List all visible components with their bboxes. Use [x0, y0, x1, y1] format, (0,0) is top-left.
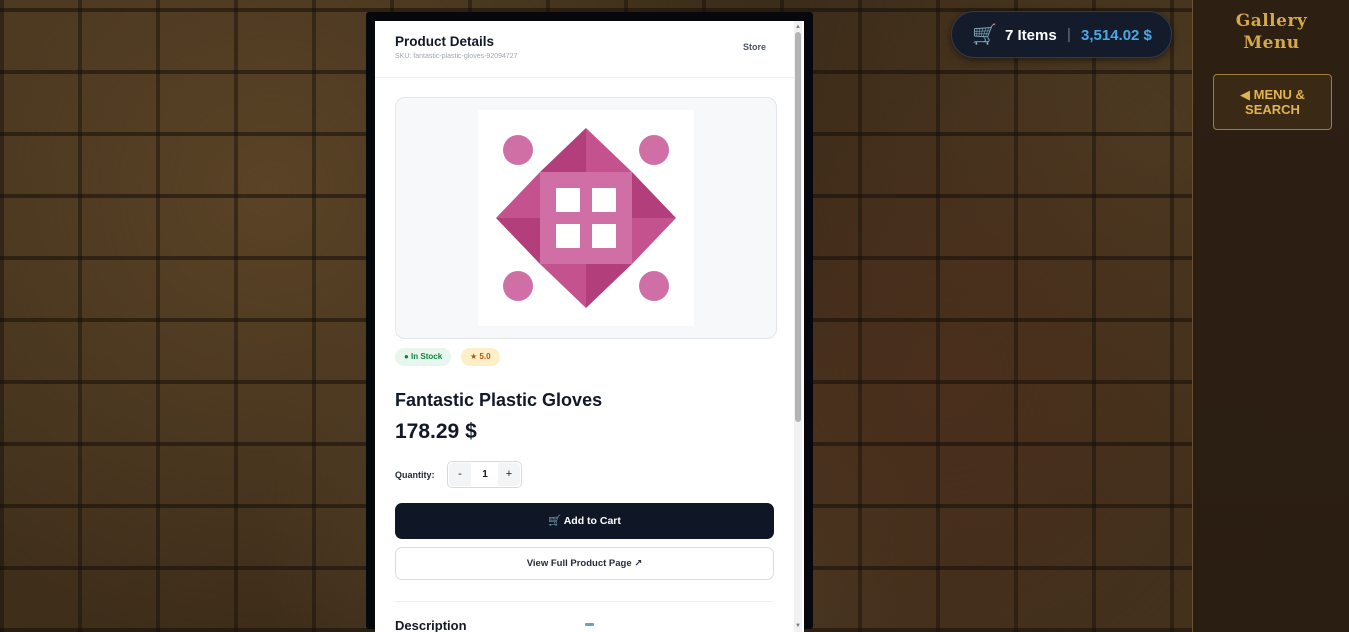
product-sku: SKU: fantastic-plastic-gloves-92094727 — [395, 53, 518, 60]
view-full-product-button[interactable]: View Full Product Page ↗ — [395, 547, 774, 580]
rating-badge: ★ 5.0 — [461, 348, 500, 366]
product-detail-screen: Product Details SKU: fantastic-plastic-g… — [375, 21, 804, 632]
cart-summary-button[interactable]: 🛒 7 Items | 3,514.02 $ — [951, 11, 1172, 58]
product-detail-header: Product Details SKU: fantastic-plastic-g… — [375, 21, 794, 78]
home-indicator — [585, 623, 594, 626]
quantity-label: Quantity: — [395, 470, 435, 480]
store-link[interactable]: Store — [743, 42, 766, 52]
scrollbar-thumb[interactable] — [795, 32, 801, 422]
art-window-2 — [592, 188, 616, 212]
menu-search-button[interactable]: ◀ MENU & SEARCH — [1213, 74, 1332, 130]
art-blade-top — [540, 128, 586, 172]
section-divider — [395, 601, 774, 602]
art-blade-left-2 — [496, 172, 540, 218]
stock-badge: ● In Stock — [395, 348, 452, 366]
description-heading: Description — [395, 618, 467, 632]
art-window-3 — [556, 224, 580, 248]
art-blade-right — [632, 172, 676, 218]
gallery-menu-title: Gallery Menu — [1193, 10, 1349, 54]
cart-separator: | — [1067, 26, 1071, 43]
art-blade-right-2 — [632, 218, 676, 264]
product-name: Fantastic Plastic Gloves — [395, 390, 603, 410]
quantity-increment-button[interactable]: + — [498, 463, 520, 486]
art-blade-bottom-2 — [540, 264, 586, 308]
gallery-menu-title-line2: Menu — [1243, 33, 1300, 53]
page-title: Product Details — [395, 34, 495, 49]
product-image[interactable] — [478, 110, 694, 326]
quantity-input[interactable]: 1 — [471, 462, 499, 487]
art-window-1 — [556, 188, 580, 212]
add-to-cart-button[interactable]: 🛒 Add to Cart — [395, 503, 774, 539]
art-window-4 — [592, 224, 616, 248]
art-circle-br — [639, 271, 669, 301]
art-circle-tl — [503, 135, 533, 165]
cart-total: 3,514.02 $ — [1081, 27, 1152, 44]
art-center-square — [540, 172, 632, 264]
scroll-down-arrow-icon[interactable]: ▼ — [795, 622, 801, 630]
quantity-decrement-button[interactable]: - — [449, 463, 471, 486]
scroll-up-arrow-icon[interactable]: ▲ — [795, 23, 801, 31]
product-price: 178.29 $ — [395, 420, 477, 443]
product-identicon — [496, 128, 676, 308]
product-image-card — [395, 97, 777, 339]
product-detail-window: Product Details SKU: fantastic-plastic-g… — [366, 12, 813, 632]
quantity-stepper: - 1 + — [447, 461, 522, 488]
menu-search-button-label: ◀ MENU & SEARCH — [1240, 87, 1305, 117]
cart-icon: 🛒 — [972, 24, 997, 46]
gallery-menu-title-line1: Gallery — [1235, 11, 1308, 31]
art-circle-tr — [639, 135, 669, 165]
art-blade-left — [496, 218, 540, 264]
art-circle-bl — [503, 271, 533, 301]
cart-item-count: 7 Items — [1005, 27, 1057, 44]
art-blade-bottom — [586, 264, 632, 308]
gallery-side-panel: Gallery Menu ◀ MENU & SEARCH — [1192, 0, 1349, 632]
art-blade-top-2 — [586, 128, 632, 172]
